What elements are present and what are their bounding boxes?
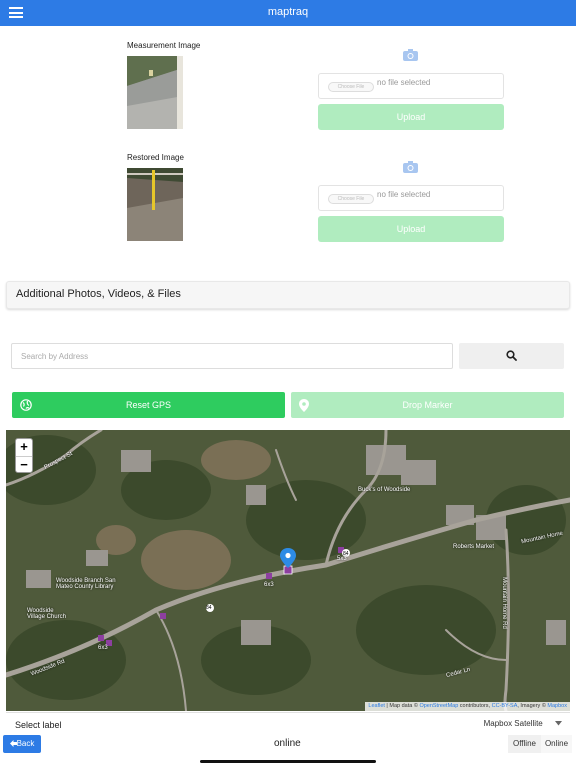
home-indicator <box>200 760 376 763</box>
measurement-upload-button[interactable]: Upload <box>318 104 504 130</box>
choose-file-button[interactable]: Choose File <box>328 82 374 92</box>
file-status-text: no file selected <box>377 190 431 199</box>
search-icon <box>506 350 517 361</box>
map-layer-select[interactable]: Mapbox Satellite <box>484 719 562 728</box>
map-label-library: Woodside Branch San Mateo County Library <box>56 578 116 590</box>
attribution-text: contributors, <box>458 703 492 709</box>
file-status-text: no file selected <box>377 78 431 87</box>
select-label-dropdown[interactable]: Select label <box>15 720 62 730</box>
zoom-out-button[interactable]: − <box>16 456 32 473</box>
route-shield-84: 84 <box>206 605 212 611</box>
map-marker-label: 6x3 <box>264 582 274 588</box>
attribution-text: , Imagery © <box>517 703 548 709</box>
globe-icon <box>20 399 32 411</box>
back-label: Back <box>16 739 35 748</box>
license-link[interactable]: CC-BY-SA <box>492 703 518 709</box>
additional-files-panel[interactable]: Additional Photos, Videos, & Files <box>6 281 570 309</box>
mapbox-link[interactable]: Mapbox <box>547 703 567 709</box>
arrow-left-icon <box>9 740 17 747</box>
chevron-down-icon <box>555 721 562 726</box>
map-label-bucks: Buck's of Woodside <box>358 487 411 493</box>
connection-status: online <box>274 738 301 749</box>
offline-button[interactable]: Offline <box>508 735 541 753</box>
osm-link[interactable]: OpenStreetMap <box>419 703 458 709</box>
search-button[interactable] <box>459 343 564 369</box>
restored-image-thumbnail[interactable] <box>127 168 183 241</box>
online-button[interactable]: Online <box>541 735 572 753</box>
map-label-roberts: Roberts Market <box>453 544 495 550</box>
map-marker-label: 5x3 <box>337 556 347 562</box>
leaflet-link[interactable]: Leaflet <box>368 703 385 709</box>
address-search-input[interactable]: Search by Address <box>11 343 453 369</box>
measurement-image-thumbnail[interactable] <box>127 56 183 129</box>
back-button[interactable]: Back <box>3 735 41 753</box>
reset-gps-label: Reset GPS <box>125 400 172 410</box>
measurement-image-label: Measurement Image <box>127 41 201 50</box>
map-marker-label: 6x3 <box>98 645 108 651</box>
zoom-in-button[interactable]: + <box>16 439 32 456</box>
drop-marker-button[interactable]: Drop Marker <box>291 392 564 418</box>
camera-icon[interactable] <box>403 48 418 61</box>
satellite-map[interactable] <box>6 430 570 711</box>
choose-file-button[interactable]: Choose File <box>328 194 374 204</box>
map-layer-value: Mapbox Satellite <box>483 719 543 728</box>
reset-gps-button[interactable]: Reset GPS <box>12 392 285 418</box>
map-label-mountain-home-rd: Mountain Home Rd <box>500 577 507 629</box>
restored-file-input[interactable]: Choose File no file selected <box>318 185 504 211</box>
camera-icon[interactable] <box>403 160 418 173</box>
measurement-file-input[interactable]: Choose File no file selected <box>318 73 504 99</box>
restored-upload-button[interactable]: Upload <box>318 216 504 242</box>
map-attribution: Leaflet | Map data © OpenStreetMap contr… <box>365 702 570 711</box>
drop-marker-label: Drop Marker <box>402 400 453 410</box>
top-bar: maptraq <box>0 0 576 26</box>
label-select-row: Select label Mapbox Satellite <box>6 712 570 734</box>
attribution-text: | Map data © <box>384 703 420 709</box>
zoom-control: + − <box>15 438 33 473</box>
map-pin-icon <box>299 399 309 412</box>
restored-image-label: Restored Image <box>127 153 184 162</box>
map-label-church: Woodside Village Church <box>27 608 66 620</box>
app-title: maptraq <box>267 6 309 18</box>
map-imagery <box>6 430 570 711</box>
